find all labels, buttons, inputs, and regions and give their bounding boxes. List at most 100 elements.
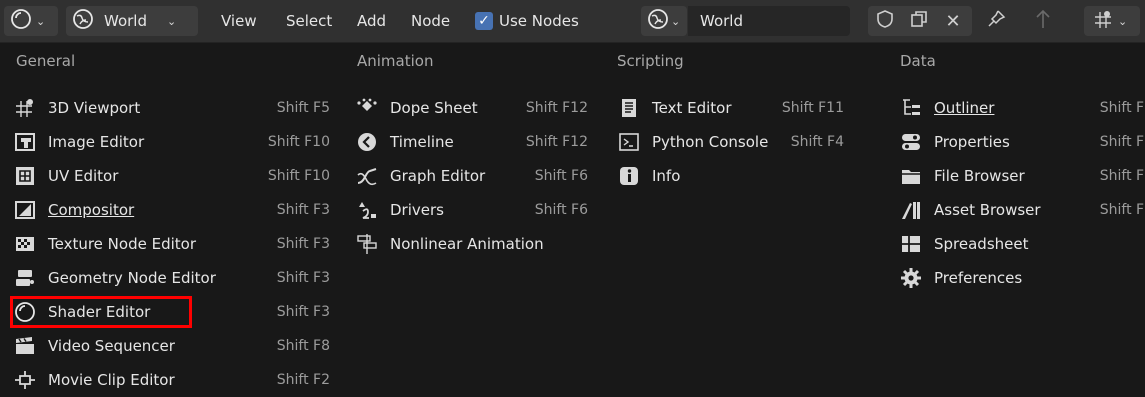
unlink-button[interactable]: ✕ xyxy=(936,6,970,36)
menu-item-dope-sheet[interactable]: Dope Sheet Shift F12 xyxy=(356,91,588,125)
menu-item-python-console[interactable]: Python Console Shift F4 xyxy=(618,125,844,159)
menu-item-label: Video Sequencer xyxy=(48,337,175,355)
view-menu[interactable]: View xyxy=(221,6,257,36)
menu-item-label: File Browser xyxy=(934,167,1025,185)
menu-item-nonlinear-animation[interactable]: Nonlinear Animation xyxy=(356,227,588,261)
file-browser-icon xyxy=(900,165,922,187)
datablock-controls: ✕ xyxy=(868,6,972,36)
column-heading-scripting: Scripting xyxy=(617,52,684,70)
menu-item-label: Drivers xyxy=(390,201,444,219)
video-sequencer-icon xyxy=(14,335,36,357)
shader-editor-icon xyxy=(10,8,32,34)
menu-item-shortcut: Shift F1 xyxy=(1099,202,1145,218)
menu-item-3d-viewport[interactable]: 3D Viewport Shift F5 xyxy=(14,91,330,125)
3d-viewport-icon xyxy=(14,97,36,119)
python-console-icon xyxy=(618,131,640,153)
menu-item-shortcut: Shift F3 xyxy=(276,270,330,286)
properties-icon xyxy=(900,131,922,153)
chevron-down-icon: ⌄ xyxy=(167,14,177,28)
shader-type-label: World xyxy=(104,12,147,30)
column-heading-data: Data xyxy=(900,52,936,70)
asset-browser-icon xyxy=(900,199,922,221)
menu-item-label: UV Editor xyxy=(48,167,119,185)
menu-item-shortcut: Shift F9 xyxy=(1099,100,1145,116)
menu-item-label: Text Editor xyxy=(652,99,732,117)
menu-item-preferences[interactable]: Preferences xyxy=(900,261,1145,295)
menu-item-timeline[interactable]: Timeline Shift F12 xyxy=(356,125,588,159)
column-heading-general: General xyxy=(16,52,76,70)
menu-item-texture-node-editor[interactable]: Texture Node Editor Shift F3 xyxy=(14,227,330,261)
menu-item-image-editor[interactable]: Image Editor Shift F10 xyxy=(14,125,330,159)
menu-item-geometry-node-editor[interactable]: Geometry Node Editor Shift F3 xyxy=(14,261,330,295)
menu-item-asset-browser[interactable]: Asset Browser Shift F1 xyxy=(900,193,1145,227)
pin-icon xyxy=(986,9,1006,33)
menu-item-uv-editor[interactable]: UV Editor Shift F10 xyxy=(14,159,330,193)
snap-selector[interactable]: ⌄ xyxy=(1084,6,1140,36)
shader-type-selector[interactable]: World ⌄ xyxy=(66,6,198,36)
world-data-selector[interactable]: ⌄ xyxy=(641,6,687,36)
menu-item-shortcut: Shift F5 xyxy=(276,100,330,116)
use-nodes-label: Use Nodes xyxy=(499,12,579,30)
chevron-down-icon: ⌄ xyxy=(1118,14,1128,28)
menu-item-label: Timeline xyxy=(390,133,454,151)
editor-type-menu: General 3D Viewport Shift F5 Image Edito… xyxy=(0,43,1145,394)
menu-item-file-browser[interactable]: File Browser Shift F1 xyxy=(900,159,1145,193)
menu-item-text-editor[interactable]: Text Editor Shift F11 xyxy=(618,91,844,125)
pin-button[interactable] xyxy=(980,6,1012,36)
use-nodes-toggle[interactable]: ✓ Use Nodes xyxy=(475,6,579,36)
node-menu[interactable]: Node xyxy=(411,6,450,36)
menu-item-label: Image Editor xyxy=(48,133,145,151)
node-editor-header: ⌄ World ⌄ View Select Add Node ✓ Use Nod… xyxy=(0,0,1145,43)
timeline-icon xyxy=(356,131,378,153)
dope-sheet-icon xyxy=(356,97,378,119)
menu-item-shortcut: Shift F1 xyxy=(1099,168,1145,184)
parent-node-tree-button[interactable] xyxy=(1028,6,1058,36)
nla-icon xyxy=(356,233,378,255)
menu-item-shortcut: Shift F3 xyxy=(276,202,330,218)
info-icon xyxy=(618,165,640,187)
world-icon xyxy=(647,8,669,34)
duplicate-button[interactable] xyxy=(902,6,936,36)
menu-item-label: Python Console xyxy=(652,133,769,151)
fake-user-button[interactable] xyxy=(868,6,902,36)
chevron-down-icon: ⌄ xyxy=(36,14,46,28)
world-name-value: World xyxy=(700,12,743,30)
menu-item-video-sequencer[interactable]: Video Sequencer Shift F8 xyxy=(14,329,330,363)
world-icon xyxy=(72,8,94,34)
uv-editor-icon xyxy=(14,165,36,187)
editor-type-selector[interactable]: ⌄ xyxy=(4,6,58,36)
texture-node-icon xyxy=(14,233,36,255)
menu-item-shortcut: Shift F12 xyxy=(525,100,588,116)
text-editor-icon xyxy=(618,97,640,119)
menu-item-label: 3D Viewport xyxy=(48,99,141,117)
gear-icon xyxy=(900,267,922,289)
arrow-up-icon xyxy=(1034,8,1052,34)
checkbox-checked-icon: ✓ xyxy=(475,12,493,30)
menu-item-movie-clip-editor[interactable]: Movie Clip Editor Shift F2 xyxy=(14,363,330,397)
menu-item-shortcut: Shift F7 xyxy=(1099,134,1145,150)
world-name-field[interactable]: World xyxy=(688,6,850,36)
menu-item-shortcut: Shift F8 xyxy=(276,338,330,354)
menu-item-label: Dope Sheet xyxy=(390,99,478,117)
menu-item-spreadsheet[interactable]: Spreadsheet xyxy=(900,227,1145,261)
menu-item-label: Texture Node Editor xyxy=(48,235,196,253)
select-menu[interactable]: Select xyxy=(286,6,332,36)
menu-item-shortcut: Shift F11 xyxy=(781,100,844,116)
outliner-icon xyxy=(900,97,922,119)
add-menu[interactable]: Add xyxy=(357,6,386,36)
menu-item-shortcut: Shift F10 xyxy=(267,168,330,184)
image-editor-icon xyxy=(14,131,36,153)
spreadsheet-icon xyxy=(900,233,922,255)
menu-item-graph-editor[interactable]: Graph Editor Shift F6 xyxy=(356,159,588,193)
menu-item-shortcut: Shift F6 xyxy=(534,168,588,184)
snap-icon xyxy=(1092,8,1114,34)
menu-item-info[interactable]: Info xyxy=(618,159,844,193)
menu-item-outliner[interactable]: Outliner Shift F9 xyxy=(900,91,1145,125)
menu-item-label: Spreadsheet xyxy=(934,235,1029,253)
menu-item-label: Preferences xyxy=(934,269,1023,287)
menu-item-compositor[interactable]: Compositor Shift F3 xyxy=(14,193,330,227)
menu-item-properties[interactable]: Properties Shift F7 xyxy=(900,125,1145,159)
menu-item-drivers[interactable]: Drivers Shift F6 xyxy=(356,193,588,227)
duplicate-icon xyxy=(909,9,929,33)
menu-item-label: Compositor xyxy=(48,201,135,219)
